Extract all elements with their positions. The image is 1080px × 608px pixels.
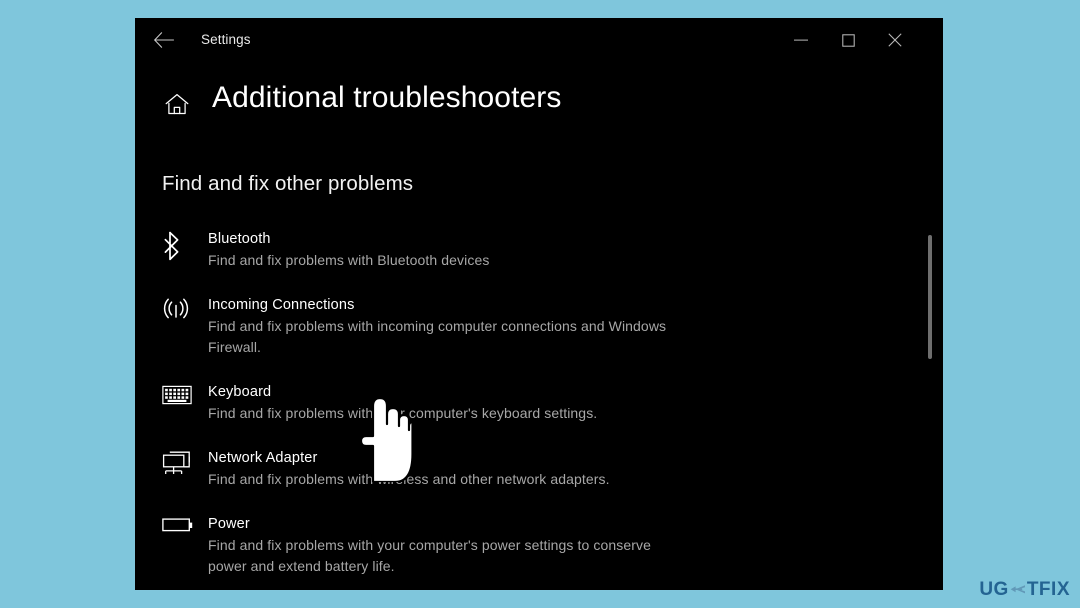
scrollbar-thumb[interactable] xyxy=(928,235,932,359)
app-title: Settings xyxy=(201,32,251,47)
maximize-button[interactable] xyxy=(825,18,871,62)
list-item-incoming-connections[interactable]: Incoming Connections Find and fix proble… xyxy=(162,289,902,376)
maximize-icon xyxy=(841,33,855,47)
list-item-description: Find and fix problems with incoming comp… xyxy=(208,318,667,355)
list-item-description: Find and fix problems with your computer… xyxy=(208,405,598,421)
minimize-icon xyxy=(794,35,808,45)
back-button[interactable] xyxy=(147,24,181,56)
list-item-description: Find and fix problems with Bluetooth dev… xyxy=(208,252,490,268)
list-item-bluetooth[interactable]: Bluetooth Find and fix problems with Blu… xyxy=(162,223,902,289)
desktop-background: Settings Additional troubleshooters Find… xyxy=(0,0,1080,608)
window-titlebar: Settings xyxy=(135,18,943,62)
list-item-title: Bluetooth xyxy=(208,231,271,247)
battery-icon xyxy=(162,513,208,577)
keyboard-icon xyxy=(162,381,208,424)
list-item-description: Find and fix problems with wireless and … xyxy=(208,471,610,487)
ugetfix-watermark: UG TFIX xyxy=(979,579,1070,601)
settings-window: Settings Additional troubleshooters Find… xyxy=(135,18,943,590)
list-item-title: Incoming Connections xyxy=(208,297,355,313)
watermark-text-right: TFIX xyxy=(1026,579,1070,600)
network-adapter-icon xyxy=(162,447,208,490)
troubleshooter-list: Bluetooth Find and fix problems with Blu… xyxy=(162,223,902,590)
bluetooth-icon xyxy=(162,228,208,271)
page-header: Additional troubleshooters xyxy=(135,76,943,120)
list-item-title: Power xyxy=(208,516,250,532)
home-icon[interactable] xyxy=(162,86,192,116)
arrow-left-icon xyxy=(153,31,175,49)
list-item-power[interactable]: Power Find and fix problems with your co… xyxy=(162,508,902,590)
list-item-title: Keyboard xyxy=(208,384,272,400)
fish-e-mark xyxy=(1010,583,1026,598)
list-item-description: Find and fix problems with your computer… xyxy=(208,537,651,574)
list-item-keyboard[interactable]: Keyboard Find and fix problems with your… xyxy=(162,376,902,442)
list-item-title: Network Adapter xyxy=(208,450,318,466)
incoming-connections-icon xyxy=(162,294,208,358)
minimize-button[interactable] xyxy=(778,18,824,62)
list-item-network-adapter[interactable]: Network Adapter Find and fix problems wi… xyxy=(162,442,902,508)
page-title: Additional troubleshooters xyxy=(212,81,562,114)
close-icon xyxy=(888,33,902,47)
scrollbar-track[interactable] xyxy=(924,70,936,588)
section-title: Find and fix other problems xyxy=(162,172,414,195)
close-button[interactable] xyxy=(872,18,918,62)
watermark-text-left: UG xyxy=(979,579,1009,600)
